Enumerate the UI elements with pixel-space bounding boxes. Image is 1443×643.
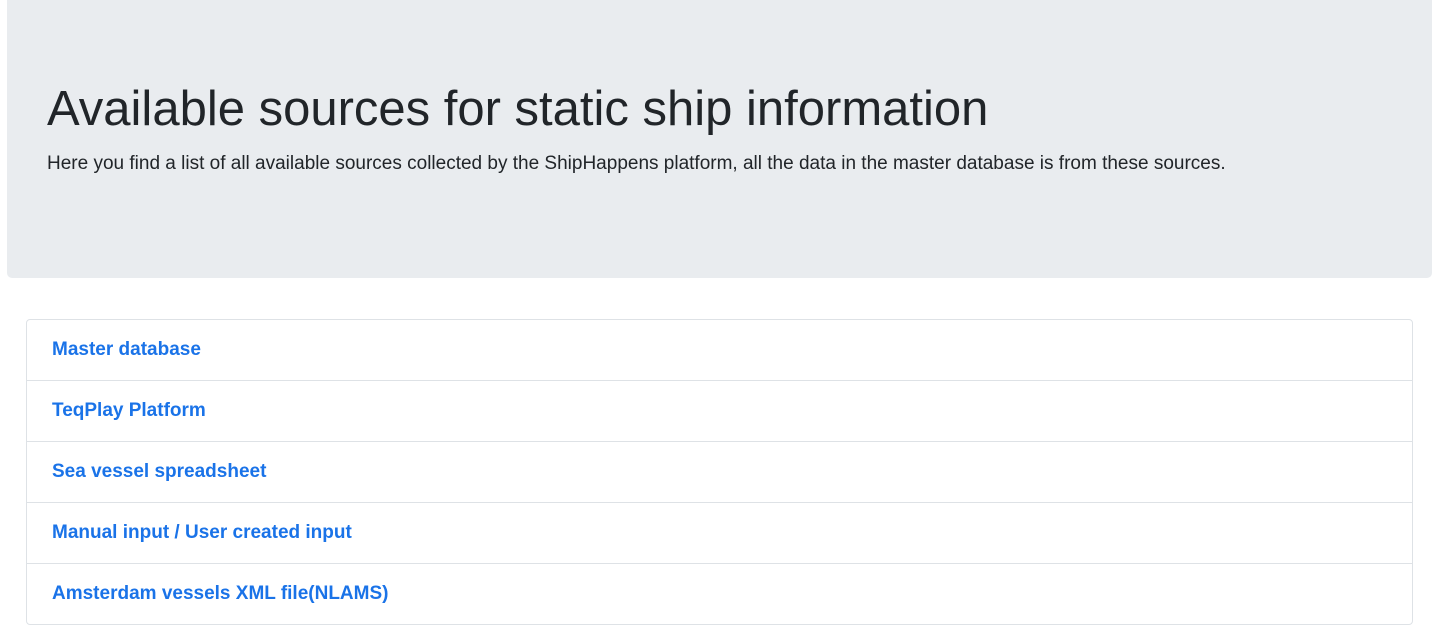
page-title: Available sources for static ship inform… bbox=[47, 82, 989, 136]
page-description: Here you find a list of all available so… bbox=[47, 153, 1226, 174]
jumbotron-header: Available sources for static ship inform… bbox=[7, 0, 1432, 278]
source-link-amsterdam-vessels-xml[interactable]: Amsterdam vessels XML file(NLAMS) bbox=[52, 583, 388, 605]
source-link-sea-vessel-spreadsheet[interactable]: Sea vessel spreadsheet bbox=[52, 461, 266, 483]
source-list: Master database TeqPlay Platform Sea ves… bbox=[26, 319, 1413, 625]
source-link-teqplay-platform[interactable]: TeqPlay Platform bbox=[52, 400, 206, 422]
source-link-manual-input[interactable]: Manual input / User created input bbox=[52, 522, 352, 544]
list-item: TeqPlay Platform bbox=[27, 381, 1412, 442]
list-item: Amsterdam vessels XML file(NLAMS) bbox=[27, 564, 1412, 624]
source-link-master-database[interactable]: Master database bbox=[52, 339, 201, 361]
list-item: Sea vessel spreadsheet bbox=[27, 442, 1412, 503]
list-item: Manual input / User created input bbox=[27, 503, 1412, 564]
list-item: Master database bbox=[27, 320, 1412, 381]
